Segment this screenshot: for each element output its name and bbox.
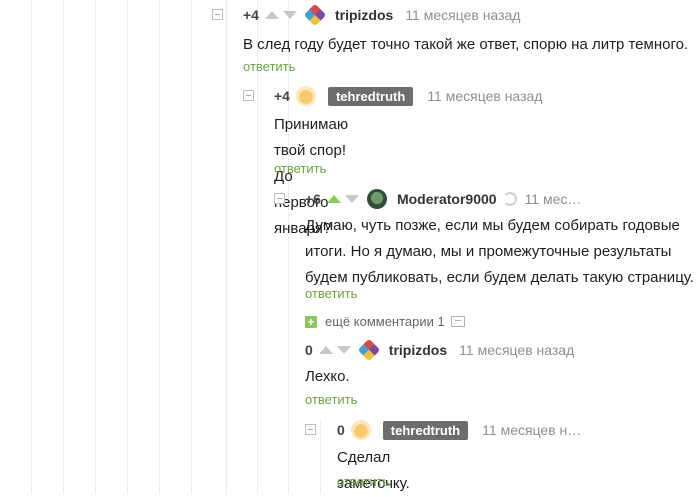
comment-header: +4 tripizdos 11 месяцев назад [243,3,520,27]
username-badge[interactable]: tehredtruth [382,420,469,440]
downvote-icon[interactable] [336,346,351,354]
thread-line [191,0,192,494]
collapse-toggle[interactable] [212,9,223,20]
thread-line [159,0,160,494]
reply-link[interactable]: ответить [305,286,357,301]
comment-rating: +4 [274,88,290,104]
comment-text: Лехко. [305,368,350,385]
timer-icon [502,192,517,206]
timestamp[interactable]: 11 месяцев назад [427,88,542,104]
upvote-icon[interactable] [264,11,279,19]
comment-text: Думаю, чуть позже, если мы будем собират… [305,213,694,291]
comment-rating: +6 [305,191,321,207]
reply-link[interactable]: ответить [337,474,389,489]
username[interactable]: Moderator9000 [397,191,497,207]
reply-link[interactable]: ответить [305,392,357,407]
collapse-toggle[interactable] [274,193,285,204]
username-badge[interactable]: tehredtruth [327,86,414,106]
thread-line [257,0,258,494]
username[interactable]: tripizdos [389,342,447,358]
avatar[interactable] [303,3,327,27]
downvote-icon[interactable] [344,195,359,203]
more-comments-label: ещё комментарии 1 [325,314,445,329]
thread-line [31,0,32,494]
comment-text: Сделал заметочку. [337,449,410,492]
comment-rating: +4 [243,7,259,23]
comment-header: 0 tehredtruth 11 месяцев н… [337,419,581,441]
more-comments-link[interactable]: + ещё комментарии 1 [305,314,465,329]
thread-line [320,420,321,494]
upvote-icon[interactable] [326,195,341,203]
thread-line [95,0,96,494]
upvote-icon[interactable] [318,346,333,354]
timestamp[interactable]: 11 месяцев назад [459,342,574,358]
comment-text-line: итоги. Но я думаю, мы и промежуточные ре… [305,243,672,260]
comment-header: 0 tripizdos 11 месяцев назад [305,338,574,362]
collapse-toggle[interactable] [243,90,254,101]
thread-line [127,0,128,494]
username[interactable]: tripizdos [335,7,393,23]
reply-link[interactable]: ответить [274,161,326,176]
avatar[interactable] [357,338,381,362]
thread-line [63,0,64,494]
timestamp[interactable]: 11 месяцев н… [482,422,581,438]
comment-header: +4 tehredtruth 11 месяцев назад [274,85,542,107]
plus-icon: + [305,315,317,328]
timestamp[interactable]: 11 мес… [525,191,582,207]
comment-header: +6 Moderator9000 11 мес… [305,188,581,210]
timestamp[interactable]: 11 месяцев назад [405,7,520,23]
comment-rating: 0 [305,342,313,358]
comment-text: В след году будет точно такой же ответ, … [243,36,689,53]
thread-line [226,0,227,494]
reply-link[interactable]: ответить [243,59,295,74]
comment-text-line: Думаю, чуть позже, если мы будем собират… [305,217,680,234]
downvote-icon[interactable] [282,11,297,19]
avatar[interactable] [295,86,316,106]
comment-text-line: будем публиковать, если будем делать так… [305,269,694,286]
comment-rating: 0 [337,422,345,438]
comment-text-line: Принимаю твой спор! [274,116,349,159]
avatar[interactable] [350,420,371,440]
thread-line [288,0,289,494]
collapse-toggle[interactable] [305,424,316,435]
comment-icon [450,316,465,327]
avatar[interactable] [366,189,387,209]
